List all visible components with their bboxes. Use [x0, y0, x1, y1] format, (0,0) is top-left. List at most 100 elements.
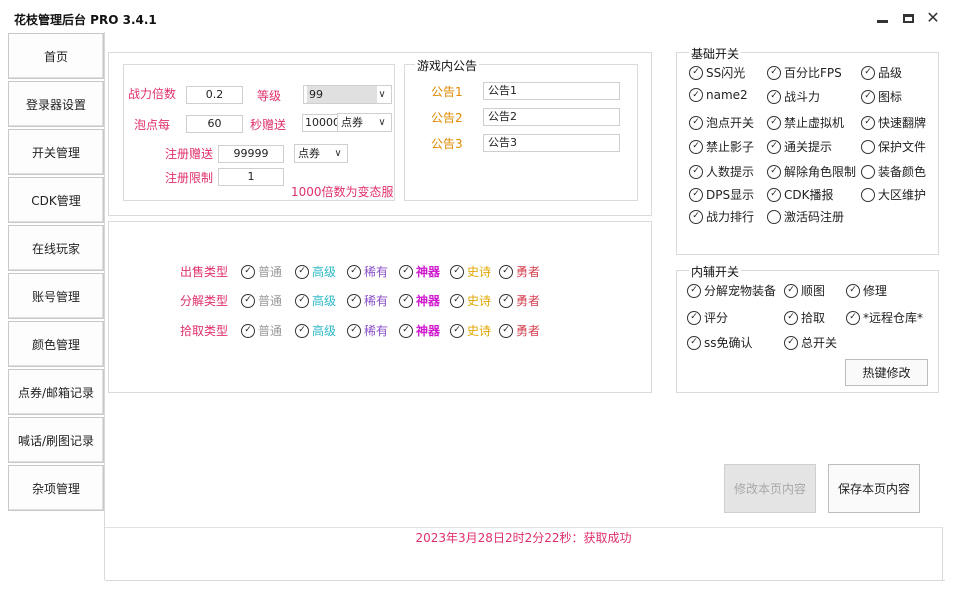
sell-common-checkbox[interactable]: ✓ 普通	[241, 263, 282, 280]
pickup-common-checkbox[interactable]: ✓ 普通	[241, 322, 282, 339]
reg-gift-currency-value: 点券	[298, 147, 320, 160]
sidebar-item-online-players[interactable]: 在线玩家	[8, 225, 104, 271]
sidebar-item-misc-management[interactable]: 杂项管理	[8, 465, 104, 511]
sell-hero-checkbox[interactable]: ✓ 勇者	[499, 263, 540, 280]
sidebar-item-switch-management[interactable]: 开关管理	[8, 129, 104, 175]
switch-ss-flash[interactable]: ✓ SS闪光	[689, 64, 745, 81]
decompose-epic-checkbox[interactable]: ✓ 史诗	[450, 292, 491, 309]
switch-clear-notice[interactable]: ✓ 通关提示	[767, 138, 832, 155]
check-circle-icon: ✓	[295, 323, 309, 338]
decompose-common-checkbox[interactable]: ✓ 普通	[241, 292, 282, 309]
announcement-1-label: 公告1	[431, 85, 463, 99]
check-circle-icon: ✓	[499, 264, 513, 279]
switch-region-maintenance[interactable]: 大区维护	[861, 186, 926, 203]
announcement-1-input[interactable]: 公告1	[483, 82, 620, 100]
decompose-artifact-checkbox[interactable]: ✓ 神器	[399, 292, 440, 309]
per-second-currency-select[interactable]: 点券 ∨	[337, 113, 392, 132]
reg-gift-input[interactable]: 99999	[218, 145, 284, 163]
sell-rare-checkbox[interactable]: ✓ 稀有	[347, 263, 388, 280]
sidebar-item-color-management[interactable]: 颜色管理	[8, 321, 104, 367]
aux-score[interactable]: ✓ 评分	[687, 309, 728, 326]
sell-advanced-checkbox[interactable]: ✓ 高级	[295, 263, 336, 280]
check-circle-icon: ✓	[241, 293, 255, 308]
aux-pet-equip-decompose[interactable]: ✓ 分解宠物装备	[687, 282, 776, 299]
pickup-advanced-checkbox[interactable]: ✓ 高级	[295, 322, 336, 339]
check-circle-icon: ✓	[689, 139, 703, 154]
battle-mult-label: 战力倍数	[128, 87, 177, 101]
minimize-button[interactable]	[874, 10, 890, 26]
switch-dps-display[interactable]: ✓ DPS显示	[689, 186, 754, 203]
check-circle-icon: ✓	[784, 335, 798, 350]
bubble-interval-input[interactable]: 60	[186, 115, 243, 133]
reg-gift-currency-select[interactable]: 点券 ∨	[294, 144, 348, 163]
switch-cdk-broadcast[interactable]: ✓ CDK播报	[767, 186, 834, 203]
pickup-artifact-checkbox[interactable]: ✓ 神器	[399, 322, 440, 339]
level-select[interactable]: 99 ∨	[303, 85, 392, 104]
switch-icon[interactable]: ✓ 图标	[861, 88, 902, 105]
level-label: 等级	[257, 89, 282, 103]
switch-name2[interactable]: ✓ name2	[689, 88, 748, 102]
chevron-down-icon: ∨	[378, 117, 386, 128]
reg-limit-input[interactable]: 1	[218, 168, 284, 186]
save-page-button[interactable]: 保存本页内容	[828, 464, 920, 513]
sidebar-item-points-mail-log[interactable]: 点券/邮箱记录	[8, 369, 104, 415]
switch-unlock-char-limit[interactable]: ✓ 解除角色限制	[767, 163, 856, 180]
check-circle-icon: ✓	[689, 164, 703, 179]
sidebar-item-cdk-management[interactable]: CDK管理	[8, 177, 104, 223]
title-bar: 花枝管理后台 PRO 3.4.1 ✕	[0, 0, 960, 32]
pickup-rare-checkbox[interactable]: ✓ 稀有	[347, 322, 388, 339]
sidebar-item-account-management[interactable]: 账号管理	[8, 273, 104, 319]
sidebar-item-home[interactable]: 首页	[8, 33, 104, 79]
pickup-hero-checkbox[interactable]: ✓ 勇者	[499, 322, 540, 339]
switch-battle-power[interactable]: ✓ 战斗力	[767, 88, 820, 105]
hotkey-edit-button[interactable]: 热键修改	[845, 359, 928, 386]
pickup-type-label: 拾取类型	[180, 324, 229, 338]
sell-artifact-checkbox[interactable]: ✓ 神器	[399, 263, 440, 280]
switch-percent-fps[interactable]: ✓ 百分比FPS	[767, 64, 842, 81]
switch-grade[interactable]: ✓ 品级	[861, 64, 902, 81]
decompose-rare-checkbox[interactable]: ✓ 稀有	[347, 292, 388, 309]
aux-auto-dungeon[interactable]: ✓ 顺图	[784, 282, 825, 299]
switch-equip-color[interactable]: 装备颜色	[861, 163, 926, 180]
check-circle-icon: ✓	[450, 264, 464, 279]
sell-epic-checkbox[interactable]: ✓ 史诗	[450, 263, 491, 280]
aux-remote-storage[interactable]: ✓ *远程仓库*	[846, 309, 923, 326]
check-circle-icon: ✓	[347, 323, 361, 338]
decompose-hero-checkbox[interactable]: ✓ 勇者	[499, 292, 540, 309]
aux-ss-no-confirm[interactable]: ✓ ss免确认	[687, 334, 753, 351]
switch-player-count[interactable]: ✓ 人数提示	[689, 163, 754, 180]
sidebar-item-launcher-settings[interactable]: 登录器设置	[8, 81, 104, 127]
switch-block-vm[interactable]: ✓ 禁止虚拟机	[767, 114, 844, 131]
chevron-down-icon: ∨	[334, 148, 342, 159]
aux-repair[interactable]: ✓ 修理	[846, 282, 887, 299]
aux-pickup[interactable]: ✓ 拾取	[784, 309, 825, 326]
switch-fast-flip[interactable]: ✓ 快速翻牌	[861, 114, 926, 131]
check-circle-icon: ✓	[399, 264, 413, 279]
modify-page-button[interactable]: 修改本页内容	[724, 464, 816, 513]
announcement-2-input[interactable]: 公告2	[483, 108, 620, 126]
check-circle-icon: ✓	[784, 283, 798, 298]
aux-master-switch[interactable]: ✓ 总开关	[784, 334, 837, 351]
decompose-advanced-checkbox[interactable]: ✓ 高级	[295, 292, 336, 309]
sidebar-item-shout-dungeon-log[interactable]: 喊话/刷图记录	[8, 417, 104, 463]
switch-block-shadow[interactable]: ✓ 禁止影子	[689, 138, 754, 155]
switch-protect-files[interactable]: 保护文件	[861, 138, 926, 155]
status-log: 2023年3月28日2时2分22秒：获取成功	[105, 527, 943, 580]
check-circle-icon: ✓	[689, 209, 703, 224]
switch-activation-code-register[interactable]: 激活码注册	[767, 208, 844, 225]
pickup-epic-checkbox[interactable]: ✓ 史诗	[450, 322, 491, 339]
game-params-group: 战力倍数 0.2 等级 99 ∨ 泡点每 60 秒赠送 10000 点券 ∨ 注…	[123, 64, 395, 201]
per-second-amount-input[interactable]: 10000	[302, 114, 340, 132]
reg-gift-label: 注册赠送	[165, 147, 214, 161]
battle-mult-input[interactable]: 0.2	[186, 86, 243, 104]
check-circle-icon: ✓	[689, 88, 703, 102]
close-button[interactable]: ✕	[925, 10, 941, 26]
bubble-label: 泡点每	[134, 118, 171, 132]
check-circle-icon: ✓	[861, 115, 875, 130]
switch-power-ranking[interactable]: ✓ 战力排行	[689, 208, 754, 225]
basic-switches-legend: 基础开关	[689, 45, 742, 62]
status-message: 2023年3月28日2时2分22秒：获取成功	[415, 531, 632, 545]
switch-bubble[interactable]: ✓ 泡点开关	[689, 114, 754, 131]
maximize-button[interactable]	[900, 10, 916, 26]
announcement-3-input[interactable]: 公告3	[483, 134, 620, 152]
